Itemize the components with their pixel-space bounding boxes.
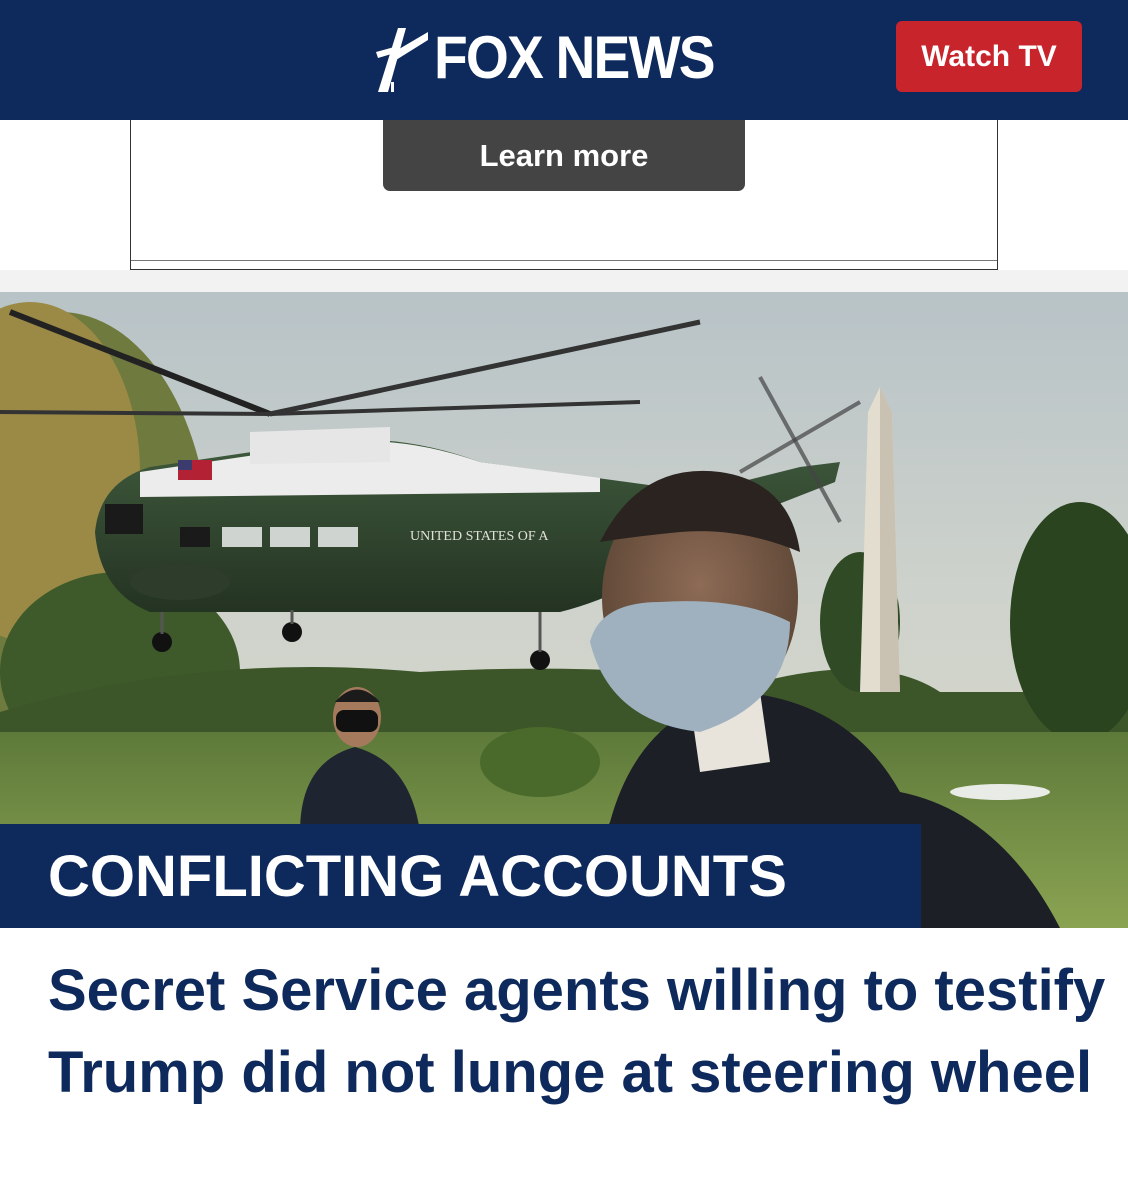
helicopter-lettering: UNITED STATES OF A — [410, 529, 549, 544]
fox-news-logo[interactable]: FOX NEWS — [368, 22, 768, 94]
kicker-label: CONFLICTING ACCOUNTS — [0, 824, 921, 928]
logo-text: FOX NEWS — [434, 24, 716, 91]
ad-divider — [131, 260, 997, 261]
fox-logo-mark-icon — [376, 28, 428, 92]
section-divider — [0, 270, 1128, 292]
ad-container: Learn more — [130, 120, 998, 270]
site-header: FOX NEWS Watch TV — [0, 0, 1128, 120]
article-headline[interactable]: Secret Service agents willing to testify… — [48, 950, 1108, 1114]
watch-tv-button[interactable]: Watch TV — [896, 21, 1082, 92]
learn-more-button[interactable]: Learn more — [383, 120, 745, 191]
